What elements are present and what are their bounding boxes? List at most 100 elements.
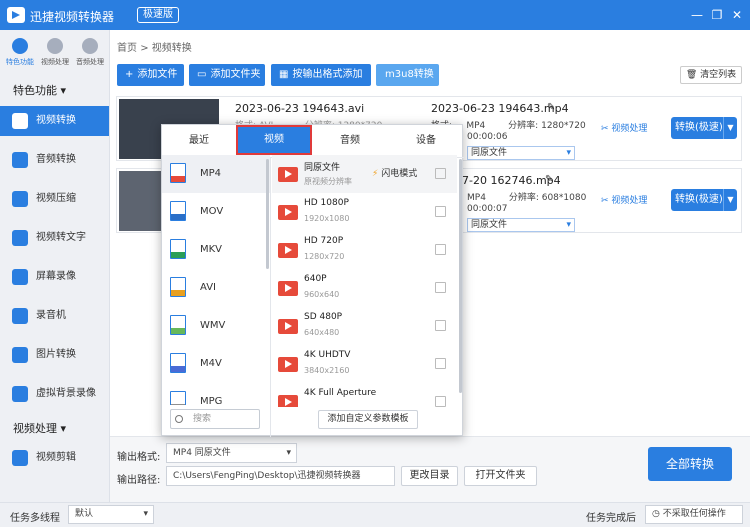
clear-list-button[interactable]: 🗑 清空列表 (680, 66, 742, 84)
preset-name: 4K Full Aperture (304, 388, 377, 398)
grid-icon: ▦ (279, 69, 289, 80)
lightning-icon: ⚡ (372, 169, 379, 179)
convert-dropdown-icon[interactable]: ▼ (723, 117, 737, 139)
rename-pencil-icon[interactable]: ✎ (545, 174, 553, 185)
convert-dropdown-icon[interactable]: ▼ (723, 189, 737, 211)
preset-name: HD 1080P (304, 198, 349, 208)
video-process-label: 视频处理 (611, 196, 648, 206)
edit-icon[interactable] (435, 358, 446, 369)
title-bar: 迅捷视频转换器 极速版 — ❐ ✕ (0, 0, 750, 30)
breadcrumb: 首页 > 视频转换 (117, 39, 192, 54)
tab-recent[interactable]: 最近 (162, 125, 236, 157)
tab-label: 视频 (264, 134, 284, 145)
sidebar-item-video-convert[interactable]: 视频转换 (0, 106, 109, 136)
edit-icon[interactable] (435, 320, 446, 331)
sidebar-item-video-edit[interactable]: 视频剪辑 (0, 443, 109, 473)
convert-button[interactable]: 转换(极速) (671, 117, 723, 139)
restore-icon[interactable]: ❐ (708, 6, 726, 24)
sidebar-item-image-convert[interactable]: 图片转换 (0, 340, 109, 370)
convert-all-label: 全部转换 (665, 457, 714, 471)
convert-button[interactable]: 转换(极速) (671, 189, 723, 211)
output-path-field[interactable]: C:\Users\FengPing\Desktop\迅捷视频转换器 (166, 466, 395, 486)
recorder-icon (12, 308, 28, 324)
tab-video[interactable]: 视频 (236, 125, 312, 155)
m3u8-label: m3u8转换 (385, 69, 434, 80)
edit-icon[interactable] (435, 282, 446, 293)
sidebar-item-audio-convert[interactable]: 音频转换 (0, 145, 109, 175)
edit-icon[interactable] (435, 244, 446, 255)
video-process-button[interactable]: ✂ 视频处理 (601, 193, 647, 206)
close-icon[interactable]: ✕ (728, 6, 746, 24)
section-video-header[interactable]: 视频处理 ▾ (13, 420, 66, 436)
rename-pencil-icon[interactable]: ✎ (547, 102, 555, 113)
sidebar-top-video[interactable]: 视频处理 (38, 36, 72, 70)
add-file-button[interactable]: + 添加文件 (117, 64, 184, 86)
caret-down-icon: ▾ (286, 448, 291, 458)
add-by-format-button[interactable]: ▦ 按输出格式添加 (271, 64, 371, 86)
sidebar-top-special[interactable]: 特色功能 (3, 36, 37, 70)
preset-resolution: 原视频分辨率 (304, 177, 352, 186)
tab-audio[interactable]: 音频 (312, 125, 388, 157)
preset-resolution: 960x640 (304, 290, 340, 299)
preset-scrollbar[interactable] (459, 159, 462, 393)
caret-down-icon: ▾ (60, 422, 67, 435)
edit-icon[interactable] (435, 206, 446, 217)
output-path-label: 输出路径: (117, 475, 161, 486)
change-dir-button[interactable]: 更改目录 (401, 466, 458, 486)
sidebar-top-label: 音频处理 (76, 58, 104, 66)
quality-select[interactable]: 同原文件 ▾ (467, 218, 575, 232)
quality-value: 同原文件 (471, 148, 508, 158)
multithread-select[interactable]: 默认 ▾ (68, 505, 154, 524)
add-custom-preset-button[interactable]: 添加自定义参数模板 (318, 410, 418, 429)
breadcrumb-home[interactable]: 首页 (117, 43, 137, 54)
m3u8-button[interactable]: m3u8转换 (376, 64, 439, 86)
breadcrumb-current: 视频转换 (151, 43, 192, 54)
sidebar-item-label: 视频转文字 (36, 232, 86, 243)
caret-down-icon: ▾ (566, 220, 571, 230)
clock-icon: ◷ (652, 509, 660, 519)
format-search-input[interactable]: 搜索 (170, 409, 260, 429)
output-format-select[interactable]: MP4 同原文件 ▾ (166, 443, 297, 463)
video-preset-icon (278, 319, 298, 334)
after-done-select[interactable]: ◷ 不采取任何操作 (645, 505, 743, 524)
open-folder-button[interactable]: 打开文件夹 (464, 466, 537, 486)
preset-name: 4K UHDTV (304, 350, 351, 360)
convert-label: 转换(极速) (675, 194, 723, 205)
preset-item[interactable]: 640P 960x640 (272, 269, 457, 307)
open-folder-label: 打开文件夹 (475, 470, 526, 481)
edit-icon[interactable] (435, 168, 446, 179)
sidebar-item-recorder[interactable]: 录音机 (0, 301, 109, 331)
quality-select[interactable]: 同原文件 ▾ (467, 146, 575, 160)
sidebar: 特色功能 视频处理 音频处理 特色功能 ▾ 视频转换 音频转换 视频压缩 视频转… (0, 30, 110, 502)
caret-down-icon: ▾ (143, 509, 148, 519)
output-duration: 00:00:07 (467, 204, 508, 214)
add-by-format-label: 按输出格式添加 (292, 69, 363, 80)
sidebar-item-screen-record[interactable]: 屏幕录像 (0, 262, 109, 292)
video-process-button[interactable]: ✂ 视频处理 (601, 121, 647, 134)
scissors-icon: ✂ (601, 124, 609, 134)
preset-item[interactable]: SD 480P 640x480 (272, 307, 457, 345)
video-preset-icon (278, 205, 298, 220)
minimize-icon[interactable]: — (688, 6, 706, 24)
preset-name: SD 480P (304, 312, 343, 322)
convert-all-button[interactable]: 全部转换 (648, 447, 732, 481)
preset-item[interactable]: 4K Full Aperture (272, 383, 457, 407)
sidebar-top-audio[interactable]: 音频处理 (73, 36, 107, 70)
sidebar-item-virtual-bg[interactable]: 虚拟背景录像 (0, 379, 109, 409)
caret-down-icon: ▾ (60, 84, 67, 97)
compress-icon (12, 191, 28, 207)
sidebar-item-compress[interactable]: 视频压缩 (0, 184, 109, 214)
flash-mode-label: 闪电模式 (381, 169, 418, 179)
preset-item[interactable]: HD 1080P 1920x1080 (272, 193, 457, 231)
preset-item[interactable]: 4K UHDTV 3840x2160 (272, 345, 457, 383)
preset-item[interactable]: HD 720P 1280x720 (272, 231, 457, 269)
format-popup: 最近 视频 音频 设备 MP4 MOV MKV AVI WMV M4V MPG … (161, 124, 464, 437)
after-done-label: 任务完成后 (586, 513, 636, 524)
preset-item[interactable]: 同原文件 原视频分辨率 ⚡ 闪电模式 (272, 155, 457, 193)
tab-device[interactable]: 设备 (388, 125, 464, 157)
section-special-header[interactable]: 特色功能 ▾ (13, 82, 66, 98)
sidebar-item-video-to-text[interactable]: 视频转文字 (0, 223, 109, 253)
virtual-bg-icon (12, 386, 28, 402)
edit-icon[interactable] (435, 396, 446, 407)
add-folder-button[interactable]: ▭ 添加文件夹 (189, 64, 265, 86)
